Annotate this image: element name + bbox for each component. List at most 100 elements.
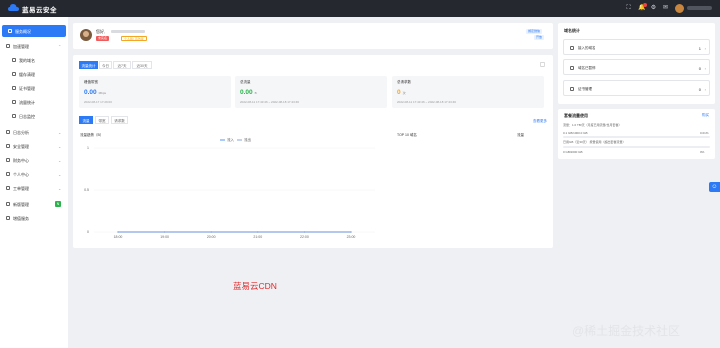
stat-total-traffic: 总流量 0.00 B 2022-08-11 17:43:46 ~ 2022-08-… <box>235 76 387 108</box>
top-bar: 蓝易云安全 ⛶ 🔔 ⚙ ✉ <box>0 0 720 17</box>
sidebar-item-overview[interactable]: 服务概况 <box>2 25 66 37</box>
domain-row-connected[interactable]: 接入的域名 1 › <box>563 39 710 55</box>
usage-title: 套餐流量使用 <box>564 113 588 118</box>
bind-wechat-tag[interactable]: 绑定微信 <box>526 29 543 34</box>
gear-icon[interactable]: ⚙ <box>650 5 657 12</box>
stat-value: 0.00 B <box>240 89 257 96</box>
monitor-icon <box>6 44 10 48</box>
sidebar-item-certificates[interactable]: 证书管理 <box>0 82 68 94</box>
ticket-icon <box>6 186 10 190</box>
sidebar-item-traffic[interactable]: 流量统计 <box>0 96 68 108</box>
sidebar-item-finance[interactable]: 财务中心 ⌄ <box>0 154 68 166</box>
domain-row-paused[interactable]: 域名已暂停 0 › <box>563 59 710 75</box>
legend-label[interactable]: 流出 <box>244 137 251 142</box>
certificate-icon <box>570 87 574 91</box>
row-label: 证书管理 <box>578 87 592 91</box>
usage-percent: 0.01% <box>700 131 709 135</box>
greeting: 您好, <box>96 29 106 34</box>
data-point <box>210 231 212 233</box>
tab-today[interactable]: 今日 <box>99 61 112 69</box>
sidebar-item-domains[interactable]: 我的域名 <box>0 54 68 66</box>
user-avatar <box>80 29 92 41</box>
chart-icon <box>6 130 10 134</box>
traffic-chart: 1 0.5 0 18:00 19:00 20:00 21:00 22:00 23:00 流入 流出 <box>84 137 375 239</box>
usage-bar <box>563 146 710 148</box>
wechat-icon[interactable]: ✉ <box>662 5 669 12</box>
usage-line: 流量：1.0 TB/天（月度已用流量/当月套餐） <box>563 123 622 127</box>
sidebar-item-cache[interactable]: 缓存清理 <box>0 68 68 80</box>
x-tick-label: 20:00 <box>207 235 216 239</box>
fullscreen-icon[interactable]: ⛶ <box>625 5 632 12</box>
stat-title: 峰值带宽 <box>84 80 98 84</box>
globe-icon <box>570 46 574 50</box>
tab-chart-traffic[interactable]: 流量 <box>79 116 93 124</box>
sidebar-item-value-added[interactable]: 增值服务 <box>0 212 68 224</box>
avatar[interactable] <box>675 4 684 13</box>
sidebar-item-account[interactable]: 个人中心 ⌄ <box>0 168 68 180</box>
y-tick-label: 0 <box>87 230 89 234</box>
stat-number: 0 <box>397 89 401 96</box>
sidebar-item-label: 加速管理 <box>13 43 29 49</box>
new-badge: N <box>55 201 61 207</box>
user-icon <box>6 172 10 176</box>
tab-traffic[interactable]: 流量统计 <box>79 61 98 69</box>
usage-amount: 0 GB/2000 GB <box>563 150 583 154</box>
tab-7days[interactable]: 近7天 <box>113 61 131 69</box>
sidebar-item-label: 流量统计 <box>19 99 35 105</box>
shield-icon <box>6 144 10 148</box>
customer-service-button[interactable]: ☺ <box>709 182 720 192</box>
grid-icon <box>12 100 16 104</box>
stat-unit: Mbps <box>98 91 106 95</box>
sidebar-item-new-version[interactable]: 新版管理 N <box>0 198 68 210</box>
stat-peak-bandwidth: 峰值带宽 0.00 Mbps 2022-08-17 17:29:00 <box>79 76 231 108</box>
usage-amount: 0.1 GB/1000.0 GB <box>563 131 588 135</box>
stat-total-requests: 总请求数 0次 2022-08-11 17:43:46 ~ 2022-08-18… <box>392 76 544 108</box>
sidebar-item-label: 缓存清理 <box>19 71 35 77</box>
usage-bar <box>563 136 710 138</box>
chevron-right-icon: › <box>704 45 706 51</box>
stat-number: 0.00 <box>240 89 253 96</box>
stat-unit: B <box>254 91 257 95</box>
refresh-icon[interactable]: ▢ <box>539 62 546 69</box>
chevron-down-icon: ⌄ <box>58 171 62 177</box>
open-tag[interactable]: 开放 <box>534 35 545 40</box>
sidebar-item-label: 个人中心 <box>13 171 29 177</box>
view-more-link[interactable]: 查看更多 <box>533 119 547 124</box>
sidebar-item-label: 证书管理 <box>19 85 35 91</box>
grid-icon <box>12 86 16 90</box>
tab-30days[interactable]: 近30天 <box>132 61 152 69</box>
unverified-tag[interactable]: 未实名 <box>96 36 110 41</box>
x-tick-label: 21:00 <box>253 235 262 239</box>
sidebar-item-label: 我的域名 <box>19 57 35 63</box>
layers-icon <box>6 202 10 206</box>
sidebar-item-logs[interactable]: 日志监控 <box>0 110 68 122</box>
sidebar-item-label: 安全管理 <box>13 143 29 149</box>
sidebar-item-log-analysis[interactable]: 日志分析 ⌄ <box>0 126 68 138</box>
watermark: @稀土掘金技术社区 <box>572 324 681 338</box>
bell-icon[interactable]: 🔔 <box>638 3 647 12</box>
masked-username[interactable] <box>687 6 712 10</box>
tab-chart-bandwidth[interactable]: 带宽 <box>95 116 109 124</box>
sidebar-item-tickets[interactable]: 工单管理 ⌄ <box>0 182 68 194</box>
tab-chart-requests[interactable]: 请求数 <box>111 116 128 124</box>
usage-percent: 0% <box>700 150 705 154</box>
x-tick-label: 18:00 <box>114 235 123 239</box>
home-icon <box>8 29 12 33</box>
legend-label[interactable]: 流入 <box>227 137 234 142</box>
top10-column: 流量 <box>517 133 524 137</box>
buy-link[interactable]: 购买 <box>702 113 709 118</box>
stat-value: 0次 <box>397 89 406 96</box>
data-point <box>164 231 166 233</box>
data-point <box>350 231 352 233</box>
grid-icon <box>12 72 16 76</box>
stat-unit: 次 <box>402 91 406 95</box>
data-point <box>117 231 119 233</box>
sidebar-item-label: 服务概况 <box>15 28 31 34</box>
wallet-icon <box>6 158 10 162</box>
usage-line: 已用GB（近30天） 按量使用（超出套餐流量） <box>563 140 626 144</box>
sidebar-item-acceleration[interactable]: 加速管理 ⌃ <box>0 40 68 52</box>
stat-title: 总流量 <box>240 80 251 84</box>
sidebar-item-security[interactable]: 安全管理 ⌄ <box>0 140 68 152</box>
domain-row-certificates[interactable]: 证书管理 0 › <box>563 80 710 96</box>
top10-title: TOP 10 域名 <box>397 133 417 137</box>
